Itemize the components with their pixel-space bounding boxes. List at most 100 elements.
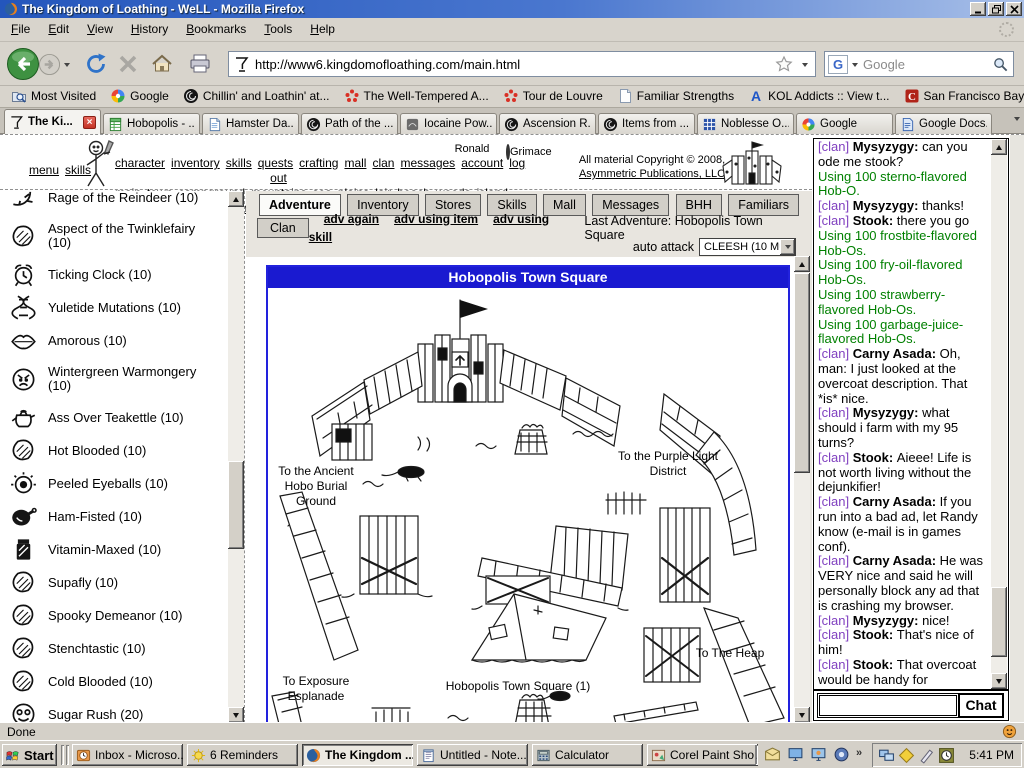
bookmark-item[interactable]: Chillin' and Loathin' at...	[176, 87, 337, 105]
map-label-heap[interactable]: To The Heap	[680, 646, 780, 661]
scroll-down-icon[interactable]	[991, 673, 1007, 689]
map-body[interactable]: To the Ancient Hobo Burial Ground To the…	[268, 288, 788, 723]
stop-button[interactable]	[117, 53, 139, 75]
nav-link[interactable]: inventory	[171, 156, 220, 170]
taskbar-button[interactable]: Untitled - Note...	[417, 744, 528, 766]
monitor-icon[interactable]	[787, 746, 804, 763]
scrollbar-thumb[interactable]	[794, 273, 810, 473]
envelope-icon[interactable]	[764, 746, 781, 763]
clock-tray-icon[interactable]	[938, 747, 955, 764]
close-icon[interactable]	[1006, 2, 1022, 16]
browser-tab[interactable]: Items from ...	[598, 113, 695, 134]
bookmark-item[interactable]: Tour de Louvre	[496, 87, 610, 105]
start-button[interactable]: Start	[2, 744, 57, 766]
browser-tab[interactable]: Ascension R...	[499, 113, 596, 134]
bookmark-item[interactable]: AKOL Addicts :: View t...	[741, 87, 896, 105]
taskbar-button[interactable]: The Kingdom ...	[302, 744, 413, 766]
home-button[interactable]	[150, 52, 174, 76]
nav-link[interactable]: messages	[400, 156, 455, 170]
browser-tab[interactable]: Path of the ...	[301, 113, 398, 134]
scroll-up-icon[interactable]	[991, 139, 1007, 155]
menu-item[interactable]: History	[122, 18, 177, 40]
network-tray-icon[interactable]	[878, 747, 895, 764]
scroll-down-icon[interactable]	[794, 707, 810, 723]
menu-item[interactable]: Edit	[39, 18, 78, 40]
search-icon[interactable]	[992, 56, 1009, 73]
nav-link[interactable]: mall	[344, 156, 366, 170]
menu-item[interactable]: Tools	[255, 18, 301, 40]
nav-link[interactable]: account	[461, 156, 503, 170]
chat-input[interactable]	[819, 695, 957, 716]
nav-link[interactable]: crafting	[299, 156, 338, 170]
castle-doodle-icon	[722, 140, 782, 189]
overflow-chevron-icon[interactable]: »	[856, 747, 862, 759]
browser-tab[interactable]: Hobopolis - ...	[103, 113, 200, 134]
menu-item[interactable]: Bookmarks	[177, 18, 255, 40]
auto-attack-select[interactable]: CLEESH (10 Mu	[699, 238, 796, 256]
url-input[interactable]	[255, 54, 765, 74]
nav-link[interactable]: quests	[258, 156, 293, 170]
bookmark-item[interactable]: CSan Francisco Bay Ar...	[897, 87, 1024, 105]
restore-button[interactable]	[988, 2, 1004, 16]
nav-link[interactable]: clan	[372, 156, 394, 170]
search-input[interactable]	[863, 55, 988, 73]
close-tab-icon[interactable]: ×	[83, 116, 96, 129]
smiley-status-icon[interactable]	[1002, 724, 1017, 739]
scroll-up-icon[interactable]	[794, 256, 810, 272]
browser-tab[interactable]: Hamster Da...	[202, 113, 299, 134]
back-history-dropdown-icon[interactable]	[64, 63, 70, 67]
map-label-town-square[interactable]: Hobopolis Town Square (1)	[408, 679, 628, 694]
scrollbar-thumb[interactable]	[991, 587, 1007, 657]
adv-link[interactable]: adv using item	[394, 212, 478, 226]
shield-tray-icon[interactable]	[898, 747, 915, 764]
computer-icon[interactable]	[810, 746, 827, 763]
browser-tab[interactable]: Iocaine Pow...	[400, 113, 497, 134]
forward-button[interactable]	[38, 53, 61, 76]
adv-link[interactable]: adv again	[324, 212, 379, 226]
paint-icon	[651, 748, 666, 763]
bookmark-star-icon[interactable]	[775, 55, 793, 73]
browser-tab[interactable]: Google	[796, 113, 893, 134]
map-label-purple-light-district[interactable]: To the Purple Light District	[610, 449, 726, 479]
map-label-exposure-esplanade[interactable]: To Exposure Esplanade	[268, 674, 364, 704]
scroll-down-icon[interactable]	[228, 707, 244, 723]
tab-list-dropdown-icon[interactable]	[1014, 117, 1020, 121]
bookmark-item[interactable]: Familiar Strengths	[610, 87, 741, 105]
taskbar-button[interactable]: Inbox - Microso...	[72, 744, 183, 766]
nav-link[interactable]: character	[115, 156, 165, 170]
scrollbar-thumb[interactable]	[228, 461, 244, 549]
reload-button[interactable]	[84, 52, 108, 76]
search-engine-icon[interactable]: G	[828, 55, 848, 74]
bookmark-item[interactable]: Most Visited	[4, 87, 103, 105]
nav-link[interactable]: menu	[29, 163, 59, 177]
map-label-burial-ground[interactable]: To the Ancient Hobo Burial Ground	[270, 464, 362, 509]
print-button[interactable]	[188, 52, 212, 76]
back-button[interactable]	[6, 47, 40, 81]
pen-tray-icon[interactable]	[918, 747, 935, 764]
publisher-link[interactable]: Asymmetric Publications, LLC	[579, 168, 725, 180]
scroll-up-icon[interactable]	[228, 191, 244, 207]
search-engine-dropdown-icon[interactable]	[852, 63, 858, 67]
minimize-button[interactable]	[970, 2, 986, 16]
url-dropdown-icon[interactable]	[802, 63, 808, 67]
taskbar-button[interactable]: 6 Reminders	[187, 744, 298, 766]
chat-scrollbar[interactable]	[991, 139, 1007, 689]
menu-item[interactable]: Help	[301, 18, 344, 40]
effects-list: Rage of the Reindeer (10)Aspect of the T…	[10, 191, 222, 723]
menu-item[interactable]: File	[2, 18, 39, 40]
bookmark-item[interactable]: The Well-Tempered A...	[337, 87, 496, 105]
menu-item[interactable]: View	[78, 18, 122, 40]
browser-tab[interactable]: Google Docs...	[895, 113, 992, 134]
taskbar-button[interactable]: Corel Paint Sho...	[647, 744, 758, 766]
charpane-scrollbar[interactable]	[228, 191, 244, 723]
taskbar-button[interactable]: Calculator	[532, 744, 643, 766]
browser-tab[interactable]: Noblesse O...	[697, 113, 794, 134]
player-icon[interactable]	[833, 746, 850, 763]
chat-send-button[interactable]: Chat	[958, 693, 1004, 718]
bookmark-item[interactable]: Google	[103, 87, 176, 105]
clan-button[interactable]: Clan	[257, 218, 309, 238]
nav-link[interactable]: skills	[226, 156, 252, 170]
browser-tab[interactable]: The Ki...×	[4, 109, 101, 134]
chevron-down-icon[interactable]	[780, 239, 795, 255]
mainframe-scrollbar[interactable]	[794, 256, 810, 723]
